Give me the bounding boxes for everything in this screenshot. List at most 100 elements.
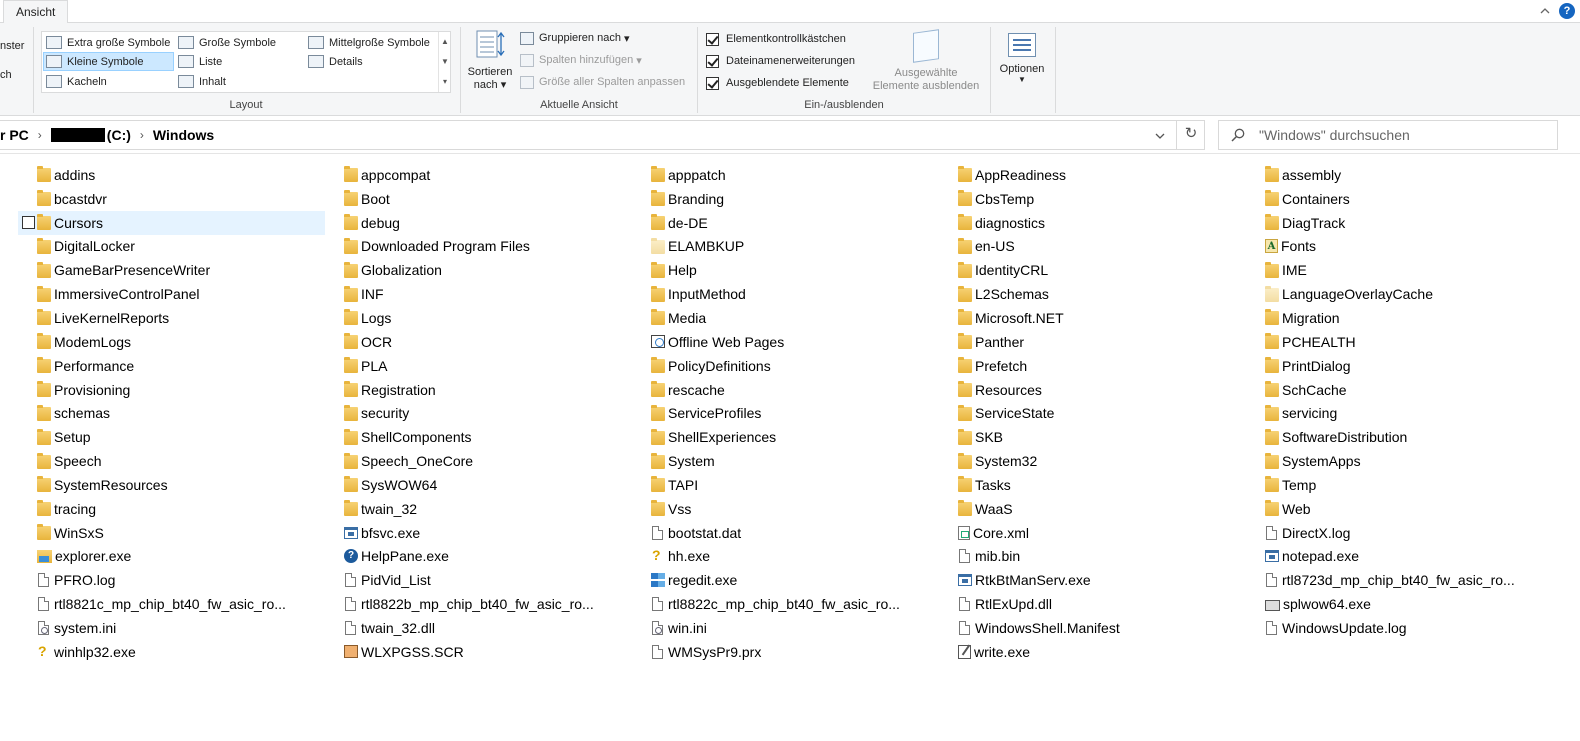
- fit-columns-button[interactable]: Größe aller Spalten anpassen: [520, 72, 685, 92]
- file-list-item[interactable]: IME: [1246, 258, 1553, 282]
- file-list-item[interactable]: WindowsShell.Manifest: [939, 616, 1246, 640]
- file-extensions-toggle[interactable]: Dateinamenerweiterungen: [706, 52, 855, 70]
- file-list-item[interactable]: write.exe: [939, 640, 1246, 664]
- file-list-item[interactable]: RtkBtManServ.exe: [939, 568, 1246, 592]
- file-list-item[interactable]: rtl8821c_mp_chip_bt40_fw_asic_ro...: [18, 592, 325, 616]
- file-list-item[interactable]: system.ini: [18, 616, 325, 640]
- file-list-item[interactable]: Registration: [325, 378, 632, 402]
- file-list-item[interactable]: Globalization: [325, 258, 632, 282]
- file-list-item[interactable]: regedit.exe: [632, 568, 939, 592]
- address-history-chevron-icon[interactable]: [1153, 129, 1167, 143]
- file-list-item[interactable]: AppReadiness: [939, 163, 1246, 187]
- collapse-ribbon-chevron-icon[interactable]: [1538, 4, 1552, 18]
- file-list-item[interactable]: Logs: [325, 306, 632, 330]
- breadcrumb-windows[interactable]: Windows: [153, 127, 214, 143]
- ribbon-cut-label-2[interactable]: ch: [0, 69, 12, 81]
- file-list-item[interactable]: SystemResources: [18, 473, 325, 497]
- file-list-item[interactable]: rescache: [632, 378, 939, 402]
- sort-by-button[interactable]: Sortieren nach ▾: [466, 29, 514, 95]
- tab-ansicht[interactable]: Ansicht: [3, 0, 69, 24]
- file-list-item[interactable]: security: [325, 401, 632, 425]
- file-list-item[interactable]: ShellComponents: [325, 425, 632, 449]
- file-list-item[interactable]: diagnostics: [939, 211, 1246, 235]
- file-list-item[interactable]: de-DE: [632, 211, 939, 235]
- file-list-item[interactable]: Setup: [18, 425, 325, 449]
- file-list-item[interactable]: OCR: [325, 330, 632, 354]
- file-list-item[interactable]: WMSysPr9.prx: [632, 640, 939, 664]
- file-list-item[interactable]: Cursors: [18, 210, 325, 235]
- file-list-item[interactable]: appcompat: [325, 163, 632, 187]
- checkbox-checked-icon[interactable]: [706, 54, 719, 68]
- file-list-item[interactable]: SysWOW64: [325, 473, 632, 497]
- file-list-item[interactable]: Offline Web Pages: [632, 330, 939, 354]
- file-list-item[interactable]: Boot: [325, 187, 632, 211]
- file-list-item[interactable]: Help: [632, 258, 939, 282]
- file-list-item[interactable]: DigitalLocker: [18, 235, 325, 259]
- item-select-checkbox[interactable]: [22, 215, 35, 229]
- group-by-button[interactable]: Gruppieren nach ▾: [520, 28, 630, 48]
- file-list-item[interactable]: ServiceProfiles: [632, 401, 939, 425]
- file-list-item[interactable]: debug: [325, 211, 632, 235]
- layout-gallery-scroll[interactable]: ▲ ▼ ▾: [438, 32, 451, 92]
- file-list-item[interactable]: SchCache: [1246, 378, 1553, 402]
- file-list-item[interactable]: Vss: [632, 497, 939, 521]
- file-list-item[interactable]: bfsvc.exe: [325, 521, 632, 545]
- file-list-item[interactable]: Performance: [18, 354, 325, 378]
- file-list-item[interactable]: RtlExUpd.dll: [939, 592, 1246, 616]
- file-list-item[interactable]: WaaS: [939, 497, 1246, 521]
- file-list-item[interactable]: Containers: [1246, 187, 1553, 211]
- file-list-item[interactable]: WLXPGSS.SCR: [325, 640, 632, 664]
- file-list-item[interactable]: Downloaded Program Files: [325, 235, 632, 259]
- file-list-item[interactable]: mib.bin: [939, 545, 1246, 569]
- file-list-item[interactable]: Tasks: [939, 473, 1246, 497]
- file-list-item[interactable]: ShellExperiences: [632, 425, 939, 449]
- hidden-items-toggle[interactable]: Ausgeblendete Elemente: [706, 74, 849, 92]
- file-list-item[interactable]: ImmersiveControlPanel: [18, 282, 325, 306]
- options-button[interactable]: Optionen ▼: [995, 29, 1049, 95]
- item-checkboxes-toggle[interactable]: Elementkontrollkästchen: [706, 30, 846, 48]
- file-list-item[interactable]: Migration: [1246, 306, 1553, 330]
- help-icon[interactable]: ?: [1559, 3, 1575, 19]
- checkbox-checked-icon[interactable]: [706, 32, 719, 46]
- file-list-item[interactable]: Prefetch: [939, 354, 1246, 378]
- file-list-item[interactable]: WinSxS: [18, 521, 325, 545]
- file-list-item[interactable]: winhlp32.exe: [18, 640, 325, 664]
- file-list-item[interactable]: schemas: [18, 401, 325, 425]
- layout-extra-large-icons[interactable]: Extra große Symbole: [44, 33, 172, 52]
- layout-medium-icons[interactable]: Mittelgroße Symbole: [306, 33, 436, 52]
- layout-list[interactable]: Liste: [176, 52, 302, 71]
- layout-details[interactable]: Details: [306, 52, 436, 71]
- file-list-item[interactable]: Provisioning: [18, 378, 325, 402]
- file-list-item[interactable]: SKB: [939, 425, 1246, 449]
- file-list-item[interactable]: SoftwareDistribution: [1246, 425, 1553, 449]
- breadcrumb-separator-icon[interactable]: ›: [140, 128, 144, 142]
- file-list-item[interactable]: Speech_OneCore: [325, 449, 632, 473]
- layout-tiles[interactable]: Kacheln: [44, 72, 172, 91]
- file-list-item[interactable]: Branding: [632, 187, 939, 211]
- file-list-item[interactable]: Speech: [18, 449, 325, 473]
- file-list-item[interactable]: Panther: [939, 330, 1246, 354]
- file-list-item[interactable]: tracing: [18, 497, 325, 521]
- file-list-item[interactable]: A Fonts: [1246, 235, 1553, 259]
- file-list-item[interactable]: CbsTemp: [939, 187, 1246, 211]
- add-columns-button[interactable]: Spalten hinzufügen ▾: [520, 50, 642, 70]
- file-list-item[interactable]: win.ini: [632, 616, 939, 640]
- file-list-item[interactable]: PidVid_List: [325, 568, 632, 592]
- file-list-item[interactable]: Media: [632, 306, 939, 330]
- file-list-item[interactable]: DiagTrack: [1246, 211, 1553, 235]
- file-list-item[interactable]: explorer.exe: [18, 545, 325, 569]
- file-list-item[interactable]: PLA: [325, 354, 632, 378]
- file-list-item[interactable]: addins: [18, 163, 325, 187]
- file-list-pane[interactable]: addins appcompat apppatch AppReadiness assem…: [0, 155, 1580, 741]
- file-list-item[interactable]: Web: [1246, 497, 1553, 521]
- file-list-item[interactable]: WindowsUpdate.log: [1246, 616, 1553, 640]
- checkbox-checked-icon[interactable]: [706, 76, 719, 90]
- file-list-item[interactable]: ? HelpPane.exe: [325, 545, 632, 569]
- ribbon-cut-label-1[interactable]: nster: [0, 40, 24, 52]
- file-list-item[interactable]: rtl8723d_mp_chip_bt40_fw_asic_ro...: [1246, 568, 1553, 592]
- file-list-item[interactable]: System: [632, 449, 939, 473]
- layout-content[interactable]: Inhalt: [176, 72, 302, 91]
- file-list-item[interactable]: ELAMBKUP: [632, 235, 939, 259]
- file-list-item[interactable]: twain_32: [325, 497, 632, 521]
- search-box[interactable]: "Windows" durchsuchen: [1218, 120, 1558, 150]
